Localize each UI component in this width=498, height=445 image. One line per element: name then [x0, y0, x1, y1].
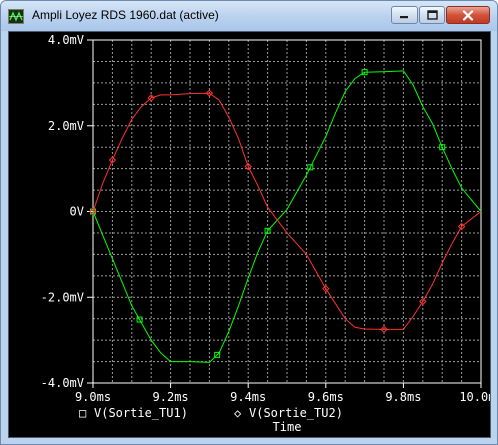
window-title: Ampli Loyez RDS 1960.dat (active) [32, 8, 219, 22]
title-bar[interactable]: Ampli Loyez RDS 1960.dat (active) [1, 1, 497, 31]
x-tick-label: 9.6ms [308, 390, 344, 404]
x-tick-label: 9.4ms [230, 390, 266, 404]
y-tick-label: 4.0mV [48, 33, 84, 47]
maximize-button[interactable] [419, 6, 445, 24]
plot-legend[interactable]: □ V(Sortie_TU1) ◇ V(Sortie_TU2) [79, 406, 343, 420]
legend-label: V(Sortie_TU2) [249, 406, 343, 420]
legend-item-1[interactable]: □ V(Sortie_TU1) [79, 406, 188, 420]
x-axis-label: Time [273, 420, 302, 434]
x-tick-label: 9.8ms [385, 390, 421, 404]
x-axis-ticks: 9.0ms 9.2ms 9.4ms 9.6ms 9.8ms 10.0ms [75, 383, 490, 404]
square-marker-icon: □ [79, 406, 86, 420]
plot-window: Ampli Loyez RDS 1960.dat (active) 4.0mV 2… [0, 0, 498, 445]
legend-label: V(Sortie_TU1) [94, 406, 188, 420]
legend-item-2[interactable]: ◇ V(Sortie_TU2) [234, 406, 343, 420]
diamond-marker-icon: ◇ [234, 406, 242, 420]
x-tick-label: 9.2ms [153, 390, 189, 404]
y-tick-label: -4.0mV [41, 376, 84, 390]
y-tick-label: 0V [70, 205, 84, 219]
x-tick-label: 10.0ms [459, 390, 490, 404]
y-axis-ticks: 4.0mV 2.0mV 0V -2.0mV -4.0mV [41, 33, 93, 390]
y-tick-label: 2.0mV [48, 119, 84, 133]
close-icon [462, 9, 474, 21]
probe-app-icon [8, 9, 24, 24]
close-button[interactable] [446, 6, 490, 24]
waveform-plot[interactable]: 4.0mV 2.0mV 0V -2.0mV -4.0mV 9.0ms 9.2ms 9.4ms… [9, 32, 490, 437]
y-tick-label: -2.0mV [41, 290, 84, 304]
plot-grid [93, 40, 481, 383]
plot-area[interactable]: 4.0mV 2.0mV 0V -2.0mV -4.0mV 9.0ms 9.2ms 9.4ms… [8, 31, 491, 438]
minimize-button[interactable] [391, 6, 418, 24]
minimize-icon [400, 16, 408, 19]
x-tick-label: 9.0ms [75, 390, 111, 404]
maximize-icon [426, 10, 438, 20]
